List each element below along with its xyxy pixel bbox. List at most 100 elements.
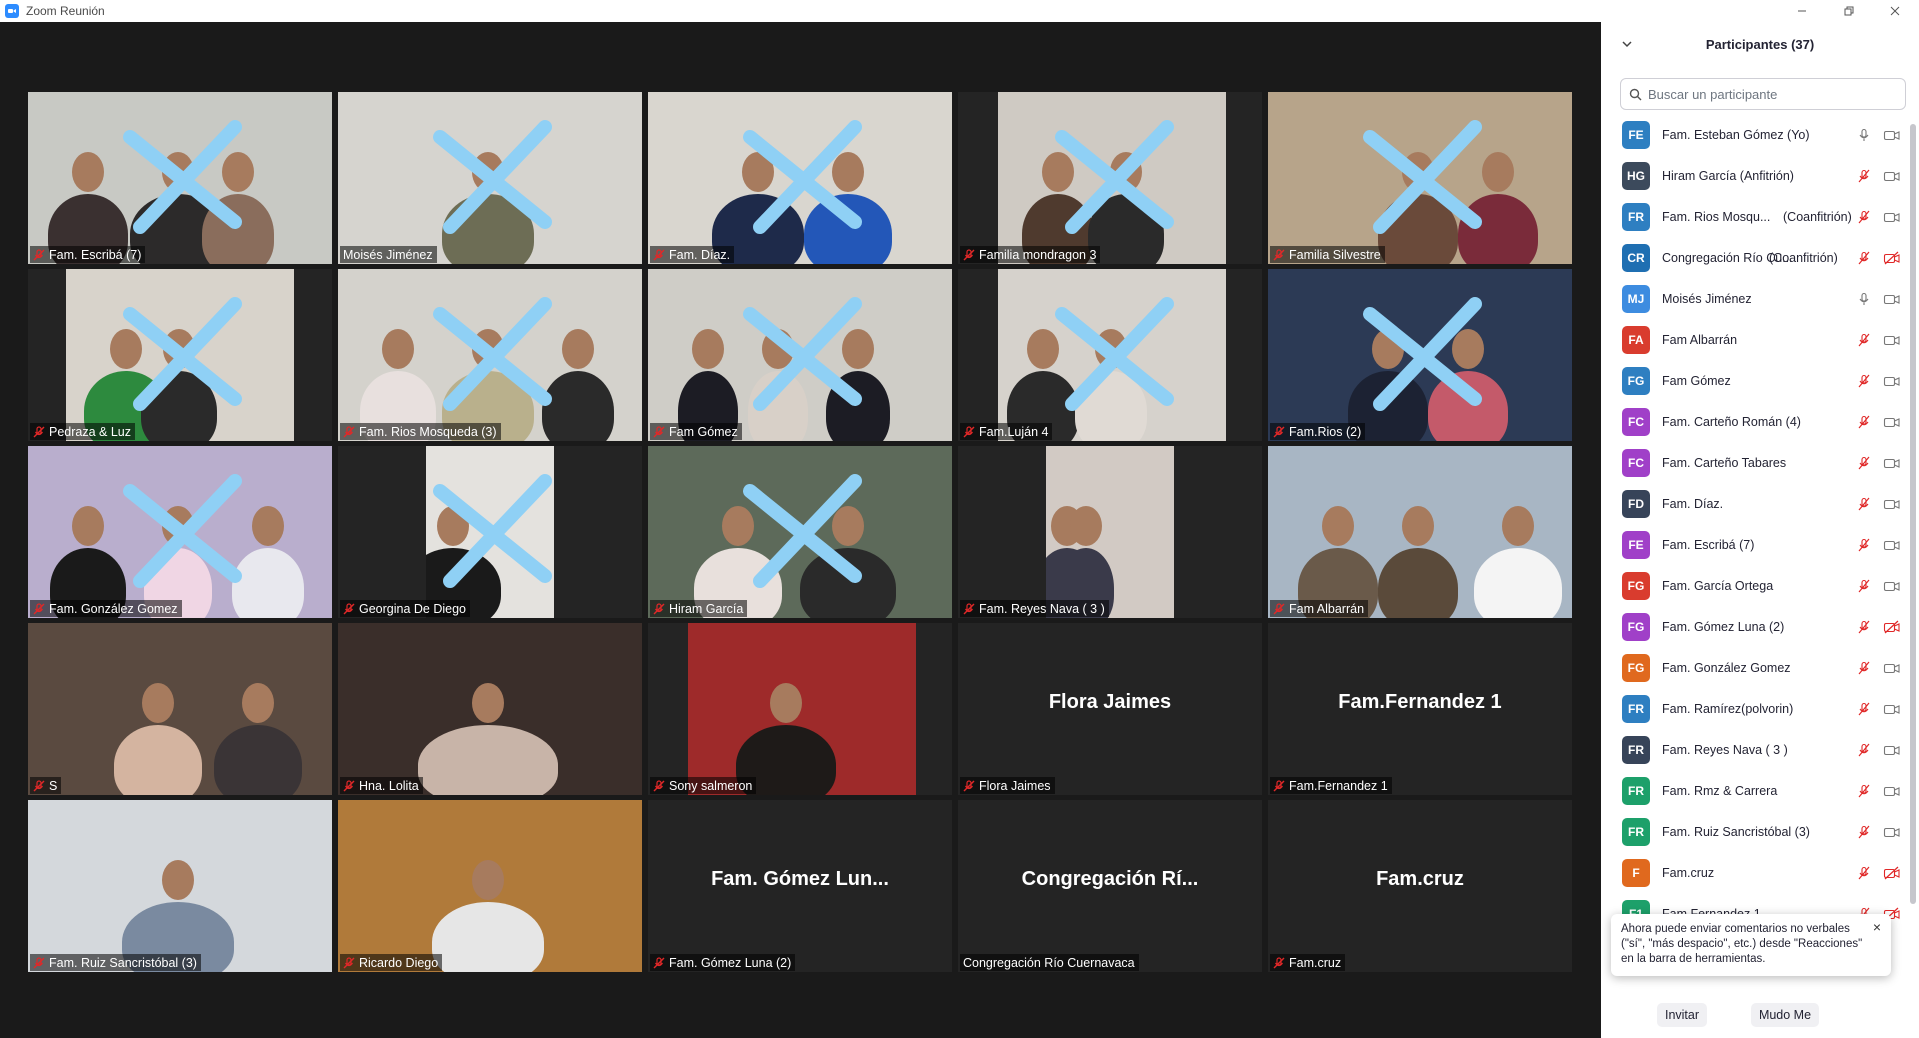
participant-row[interactable]: F Fam.cruz [1601,852,1919,893]
video-tile[interactable]: Ricardo Diego [338,800,642,972]
camera-off-icon[interactable] [1883,251,1901,265]
participant-row[interactable]: FD Fam. Díaz. [1601,483,1919,524]
camera-icon[interactable] [1883,292,1901,306]
tile-nameplate: Fam.Rios (2) [1270,423,1366,440]
camera-icon[interactable] [1883,415,1901,429]
mute-me-button[interactable]: Mudo Me [1751,1003,1819,1027]
participant-row[interactable]: FA Fam Albarrán [1601,319,1919,360]
participant-row[interactable]: FC Fam. Carteño Román (4) [1601,401,1919,442]
participant-row[interactable]: FR Fam. Ruiz Sancristóbal (3) [1601,811,1919,852]
video-tile[interactable]: Fam.Rios (2) [1268,269,1572,441]
participant-row[interactable]: FR Fam. Reyes Nava ( 3 ) [1601,729,1919,770]
mic-muted-icon[interactable] [1857,497,1871,511]
participant-row[interactable]: FE Fam. Esteban Gómez (Yo) [1601,114,1919,155]
participant-row[interactable]: FR Fam. Rios Mosqu... (Coanfitrión) [1601,196,1919,237]
camera-icon[interactable] [1883,538,1901,552]
video-tile[interactable]: Fam. González Gomez [28,446,332,618]
camera-icon[interactable] [1883,333,1901,347]
tip-close-button[interactable]: × [1873,920,1881,935]
mic-icon[interactable] [1857,128,1871,142]
mic-muted-icon[interactable] [1857,661,1871,675]
participant-row[interactable]: FR Fam. Rmz & Carrera [1601,770,1919,811]
camera-icon[interactable] [1883,825,1901,839]
camera-icon[interactable] [1883,784,1901,798]
close-window-button[interactable] [1878,0,1912,22]
camera-icon[interactable] [1883,702,1901,716]
video-tile[interactable]: Pedraza & Luz [28,269,332,441]
mic-muted-icon[interactable] [1857,374,1871,388]
participant-row[interactable]: FE Fam. Escribá (7) [1601,524,1919,565]
video-tile[interactable]: Georgina De Diego [338,446,642,618]
mic-muted-icon[interactable] [1857,251,1871,265]
video-tile[interactable]: S [28,623,332,795]
camera-icon[interactable] [1883,374,1901,388]
tile-nameplate: Georgina De Diego [340,600,471,617]
mic-muted-icon[interactable] [1857,579,1871,593]
mic-muted-icon[interactable] [1857,538,1871,552]
video-tile[interactable]: Congregación Rí... Congregación Río Cuern… [958,800,1262,972]
participant-row[interactable]: FG Fam. García Ortega [1601,565,1919,606]
video-tile[interactable]: Hiram García [648,446,952,618]
participant-row[interactable]: CR Congregación Río Cu... (Coanfitrión) [1601,237,1919,278]
mic-muted-icon[interactable] [1857,456,1871,470]
participant-row[interactable]: FG Fam Gómez [1601,360,1919,401]
participant-list-scrollbar[interactable] [1910,124,1916,904]
restore-button[interactable] [1832,0,1866,22]
mic-muted-icon[interactable] [1857,866,1871,880]
camera-icon[interactable] [1883,128,1901,142]
mic-muted-icon[interactable] [1857,169,1871,183]
video-tile[interactable]: Familia Silvestre [1268,92,1572,264]
mic-muted-icon[interactable] [1857,620,1871,634]
participant-row[interactable]: FG Fam. Gómez Luna (2) [1601,606,1919,647]
video-tile[interactable]: Hna. Lolita [338,623,642,795]
video-tile[interactable]: Fam.cruz Fam.cruz [1268,800,1572,972]
camera-off-icon[interactable] [1883,866,1901,880]
video-tile[interactable]: Familia mondragon 3 [958,92,1262,264]
camera-icon[interactable] [1883,579,1901,593]
video-tile[interactable]: Moisés Jiménez [338,92,642,264]
video-tile[interactable]: Fam. Rios Mosqueda (3) [338,269,642,441]
participant-row[interactable]: FC Fam. Carteño Tabares [1601,442,1919,483]
mic-muted-icon[interactable] [1857,210,1871,224]
participant-row[interactable]: FG Fam. González Gomez [1601,647,1919,688]
camera-icon[interactable] [1883,497,1901,511]
video-tile[interactable]: Fam.Fernandez 1 Fam.Fernandez 1 [1268,623,1572,795]
participant-row[interactable]: MJ Moisés Jiménez [1601,278,1919,319]
invite-button[interactable]: Invitar [1657,1003,1707,1027]
video-tile[interactable]: Fam. Díaz. [648,92,952,264]
video-tile[interactable]: Fam Gómez [648,269,952,441]
mic-muted-icon[interactable] [1857,415,1871,429]
participant-search[interactable] [1620,78,1906,110]
video-tile[interactable]: Fam. Escribá (7) [28,92,332,264]
participant-row[interactable]: HG Hiram García (Anfitrión) [1601,155,1919,196]
video-tile[interactable]: Fam. Reyes Nava ( 3 ) [958,446,1262,618]
camera-off-icon[interactable] [1883,620,1901,634]
camera-icon[interactable] [1883,169,1901,183]
minimize-button[interactable] [1785,0,1819,22]
video-tile[interactable]: Flora Jaimes Flora Jaimes [958,623,1262,795]
mic-muted-icon[interactable] [1857,333,1871,347]
mic-muted-icon[interactable] [1857,743,1871,757]
camera-icon[interactable] [1883,661,1901,675]
video-tile[interactable]: Fam Albarrán [1268,446,1572,618]
mic-muted-icon[interactable] [1857,702,1871,716]
camera-icon[interactable] [1883,210,1901,224]
video-tile[interactable]: Fam. Ruiz Sancristóbal (3) [28,800,332,972]
camera-icon[interactable] [1883,743,1901,757]
search-input[interactable] [1648,86,1888,102]
participant-row[interactable]: FR Fam. Ramírez(polvorin) [1601,688,1919,729]
mic-muted-icon[interactable] [1857,825,1871,839]
mic-icon[interactable] [1857,292,1871,306]
video-tile[interactable]: Fam.Luján 4 [958,269,1262,441]
crossout-mark [1055,297,1174,411]
video-tile[interactable]: Fam. Gómez Lun... Fam. Gómez Luna (2) [648,800,952,972]
mic-muted-icon[interactable] [1857,784,1871,798]
chevron-down-icon[interactable] [1621,38,1633,50]
video-tile[interactable]: Sony salmeron [648,623,952,795]
video-feed [1268,269,1572,441]
video-feed [648,446,952,618]
participant-list: FE Fam. Esteban Gómez (Yo) HG Hiram García … [1601,114,1919,934]
camera-icon[interactable] [1883,456,1901,470]
zoom-app-icon [5,4,19,18]
tile-name-label: Fam. González Gomez [49,601,178,616]
